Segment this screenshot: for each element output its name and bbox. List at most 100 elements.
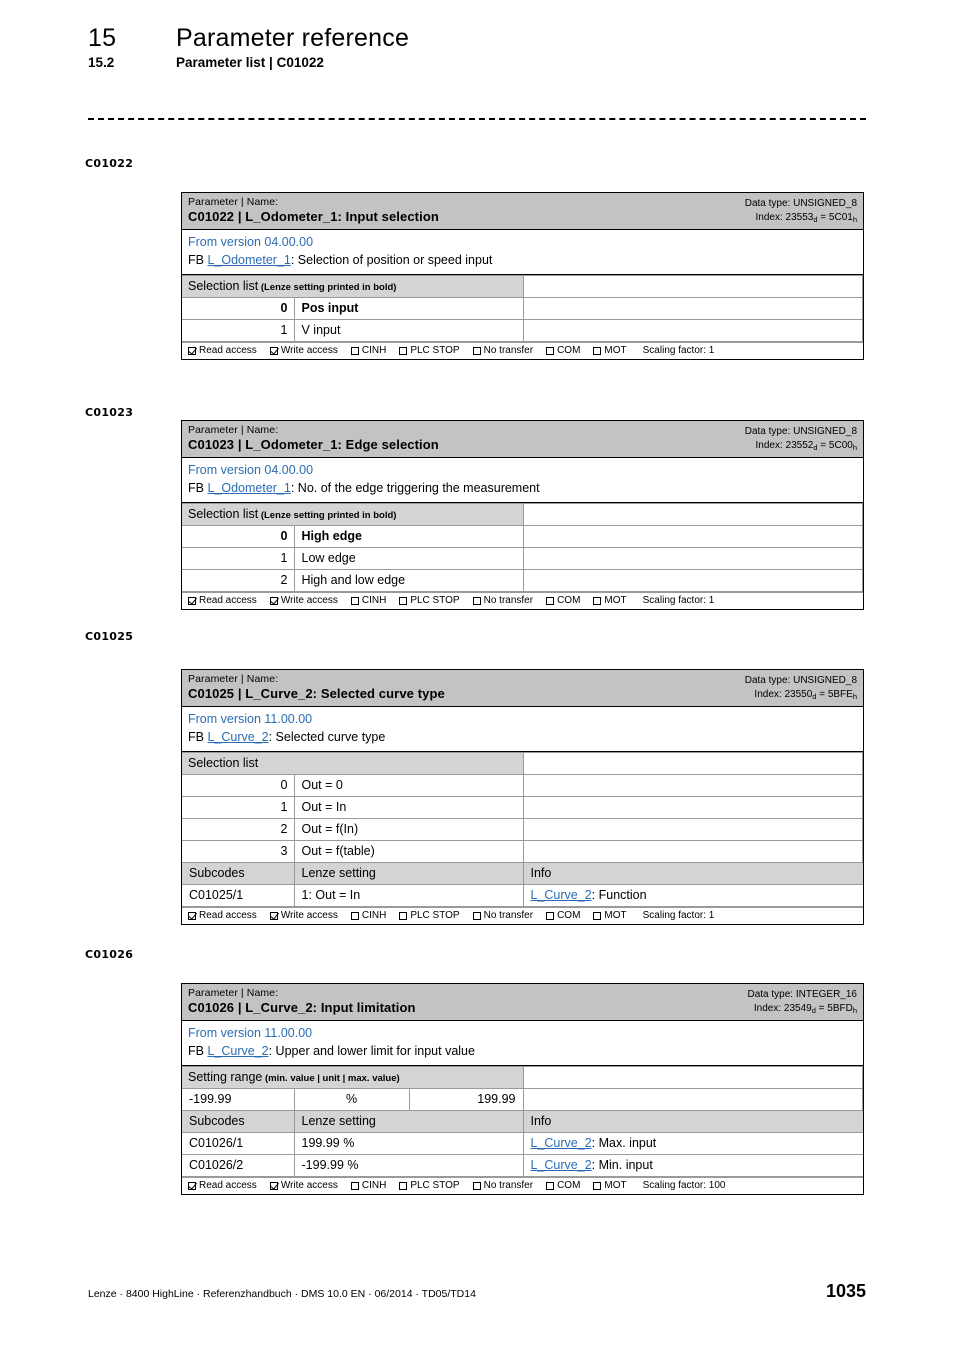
scaling-factor: Scaling factor: 1	[642, 345, 715, 357]
selection-value: Pos input	[293, 297, 524, 321]
parameter-meta: Data type: UNSIGNED_8 Index: 23550d = 5BF…	[745, 673, 857, 701]
access-checkbox-write: Write access	[269, 595, 338, 607]
header-divider	[88, 118, 866, 120]
checkbox-icon	[472, 596, 481, 605]
access-checkbox-cinh: CINH	[350, 910, 386, 921]
selection-value: High and low edge	[293, 569, 524, 593]
selection-row: 3 Out = f(table)	[182, 840, 863, 864]
selection-value: Out = 0	[293, 774, 524, 798]
checkbox-icon	[593, 1181, 602, 1190]
chapter-heading: 15 Parameter reference	[88, 24, 868, 53]
info-link[interactable]: L_Curve_2	[531, 1158, 592, 1172]
access-label: Read access	[199, 345, 257, 357]
checkbox-icon	[593, 596, 602, 605]
empty-cell	[522, 774, 863, 798]
access-checkbox-com: COM	[546, 1180, 580, 1191]
empty-cell	[522, 752, 863, 776]
section-header: Setting range (min. value | unit | max. …	[182, 1066, 524, 1090]
parameter-title: C01023 | L_Odometer_1: Edge selection	[188, 437, 439, 453]
access-checkbox-notr: No transfer	[472, 595, 534, 607]
info-link[interactable]: L_Curve_2	[531, 888, 592, 902]
access-checkbox-cinh: CINH	[350, 595, 386, 606]
subcode-info: L_Curve_2: Max. input	[522, 1132, 863, 1156]
checkbox-icon	[350, 1181, 359, 1190]
selection-value: Low edge	[293, 547, 524, 571]
access-checkbox-mot: MOT	[593, 345, 627, 357]
access-label: MOT	[604, 910, 627, 922]
parameter-title: C01022 | L_Odometer_1: Input selection	[188, 209, 439, 225]
checkbox-icon	[472, 911, 481, 920]
parameter-table: Setting range (min. value | unit | max. …	[182, 1066, 863, 1178]
function-block-link[interactable]: L_Odometer_1	[207, 481, 290, 495]
access-label: PLC STOP	[410, 595, 460, 607]
info-header: Info	[522, 1110, 863, 1134]
function-block-link[interactable]: L_Odometer_1	[207, 253, 290, 267]
parameter-name-caption: Parameter | Name:	[188, 673, 279, 685]
access-label: MOT	[604, 345, 627, 357]
info-link[interactable]: L_Curve_2	[531, 1136, 592, 1150]
access-checkbox-mot: MOT	[593, 595, 627, 606]
empty-cell	[522, 1066, 863, 1090]
selection-index: 1	[182, 319, 295, 343]
function-block-desc: : Selection of position or speed input	[290, 252, 493, 267]
parameter-block-c01026: Parameter | Name: C01026 | L_Curve_2: Inp…	[181, 983, 864, 1196]
empty-cell	[522, 818, 863, 842]
subcode-info: L_Curve_2: Min. input	[522, 1154, 863, 1178]
selection-value: Out = f(In)	[293, 818, 524, 842]
access-row: Read access Write access CINH PLC STOP No tr…	[182, 592, 863, 609]
chapter-title: Parameter reference	[176, 24, 410, 52]
empty-cell	[522, 525, 863, 549]
function-block-link[interactable]: L_Curve_2	[207, 730, 268, 744]
section-header-note: (min. value | unit | max. value)	[262, 1073, 400, 1085]
access-label: COM	[557, 1180, 581, 1192]
function-block-line: FB L_Odometer_1: No. of the edge trigger…	[188, 480, 540, 495]
access-checkbox-plc: PLC STOP	[399, 595, 460, 607]
selection-row: 1V input	[182, 319, 863, 343]
access-checkbox-write: Write access	[269, 1180, 338, 1191]
access-checkbox-mot: MOT	[593, 1180, 627, 1191]
selection-row: 1 Out = In	[182, 796, 863, 820]
access-label: CINH	[361, 1180, 387, 1192]
checkbox-icon	[350, 346, 359, 355]
access-label: PLC STOP	[410, 910, 460, 922]
access-checkbox-com: COM	[546, 910, 580, 921]
lenze-setting-header: Lenze setting	[293, 862, 524, 886]
checkbox-icon	[188, 1181, 196, 1190]
access-row: Read access Write access CINH PLC STOP No tr…	[182, 1177, 863, 1194]
selection-index: 0	[182, 525, 295, 549]
parameter-title-left: Parameter | Name: C01026 | L_Curve_2: Inp…	[188, 987, 416, 1016]
parameter-table: Selection list 0 Out = 0 1 Out = In 2 Out = f(…	[182, 752, 863, 908]
selection-row: 2 Out = f(In)	[182, 818, 863, 842]
parameter-name-caption: Parameter | Name:	[188, 424, 279, 436]
subcode-row: C01026/2 -199.99 % L_Curve_2: Min. input	[182, 1154, 863, 1178]
empty-cell	[522, 796, 863, 820]
access-label: COM	[557, 910, 581, 922]
checkbox-icon	[350, 596, 359, 605]
access-label: Write access	[280, 910, 338, 922]
access-row: Read access Write access CINH PLC STOP No tr…	[182, 907, 863, 924]
access-checkbox-plc: PLC STOP	[399, 910, 460, 922]
access-checkbox-plc: PLC STOP	[399, 1180, 460, 1192]
setting-range-max: 199.99	[408, 1088, 524, 1112]
margin-label-c01025: C01025	[85, 630, 134, 643]
margin-label-c01022: C01022	[85, 157, 134, 170]
selection-index: 1	[182, 547, 295, 571]
empty-cell	[522, 547, 863, 571]
access-label: Write access	[280, 345, 338, 357]
access-label: PLC STOP	[410, 1180, 460, 1192]
function-block-link[interactable]: L_Curve_2	[207, 1044, 268, 1058]
function-block-desc: : No. of the edge triggering the measure…	[290, 480, 540, 495]
parameter-title: C01026 | L_Curve_2: Input limitation	[188, 1000, 416, 1016]
section-header: Selection list (Lenze setting printed in…	[182, 275, 524, 299]
checkbox-icon	[188, 596, 196, 605]
selection-index: 3	[182, 840, 295, 864]
subcode-row: C01026/1 199.99 % L_Curve_2: Max. input	[182, 1132, 863, 1156]
section-number: 15.2	[88, 55, 115, 70]
access-label: Write access	[280, 595, 338, 607]
access-label: No transfer	[483, 595, 534, 607]
selection-value: V input	[293, 319, 524, 343]
access-label: Read access	[199, 910, 257, 922]
selection-row: 2 High and low edge	[182, 569, 863, 593]
parameter-block-c01025: Parameter | Name: C01025 | L_Curve_2: Sel…	[181, 669, 864, 926]
access-label: No transfer	[483, 910, 534, 922]
